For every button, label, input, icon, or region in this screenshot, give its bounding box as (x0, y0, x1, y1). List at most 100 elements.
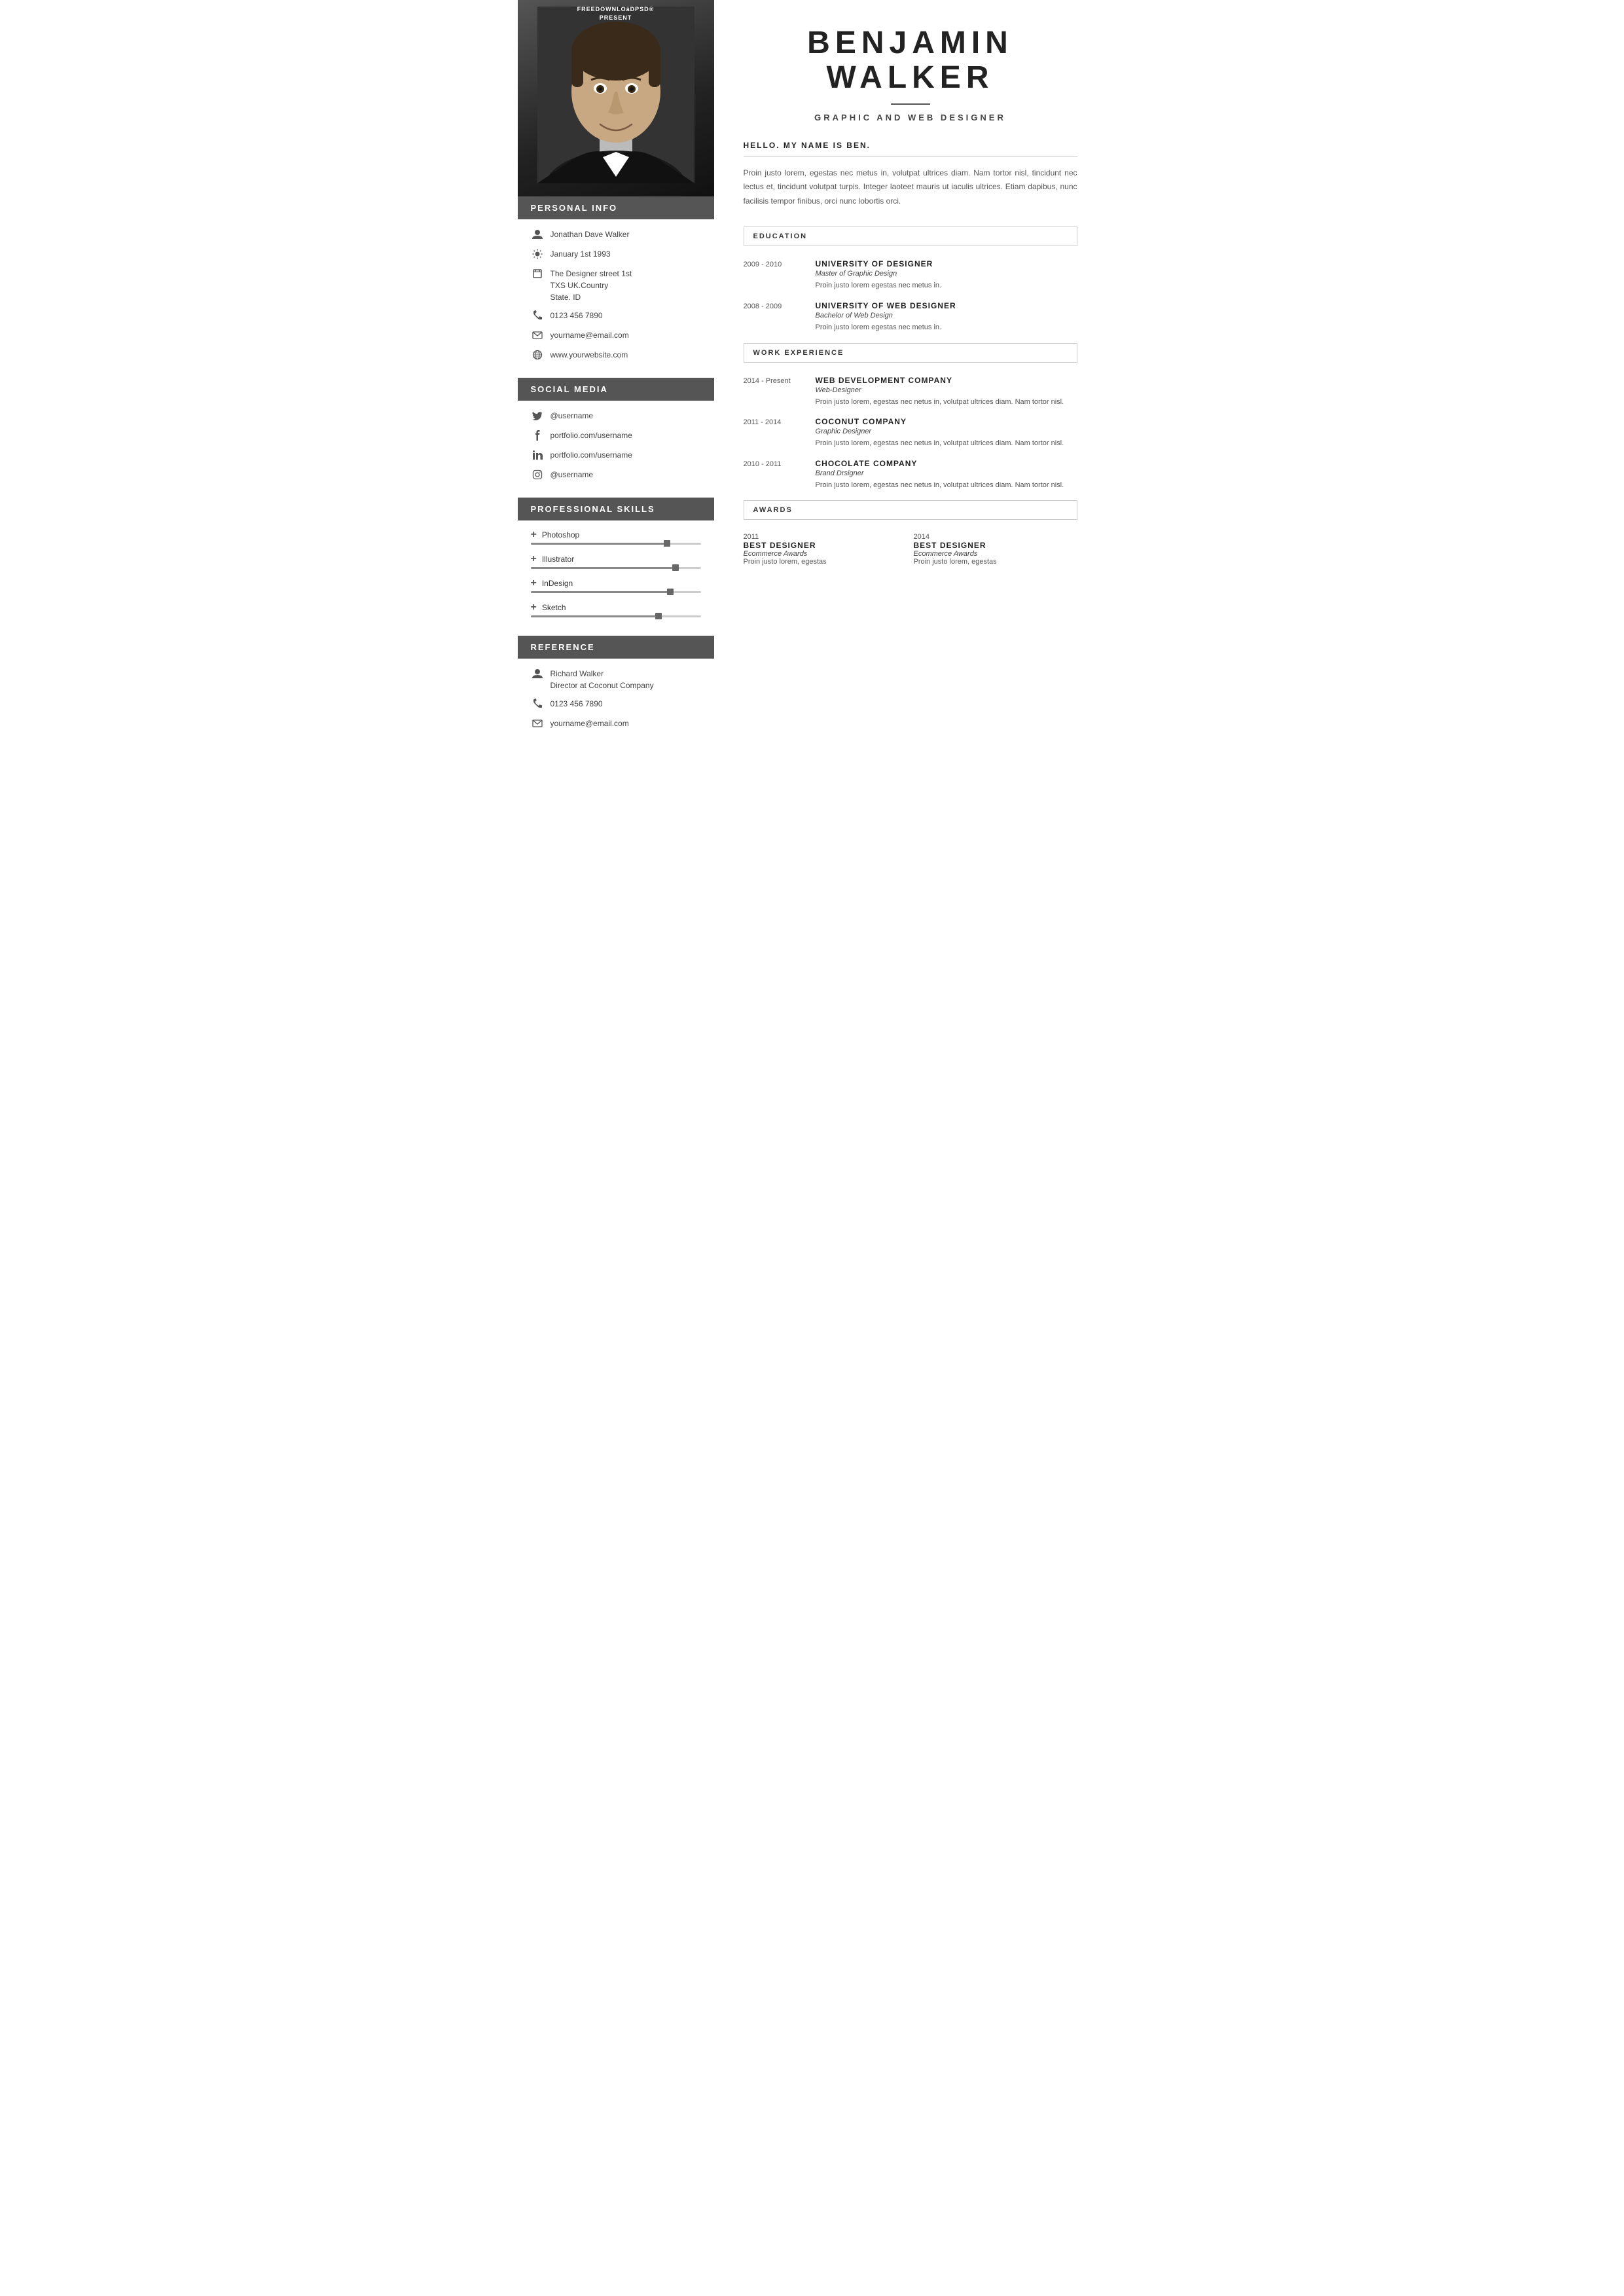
personal-info-website: www.yourwebsite.com (531, 349, 701, 362)
work-section-box: WORK EXPERIENCE (744, 343, 1077, 363)
work-company-0: WEB DEVELOPMENT COMPANY (816, 376, 1077, 385)
education-section-box: EDUCATION (744, 227, 1077, 246)
social-facebook: portfolio.com/username (531, 429, 701, 443)
work-content-1: COCONUT COMPANY Graphic Designer Proin j… (816, 417, 1077, 450)
skill-plus-icon: + (531, 554, 537, 564)
work-content-2: CHOCOLATE COMPANY Brand Drsigner Proin j… (816, 459, 1077, 492)
social-media-section: @username portfolio.com/username portfol… (518, 401, 714, 498)
work-desc-0: Proin justo lorem, egestas nec netus in,… (816, 397, 1077, 409)
website-text: www.yourwebsite.com (550, 349, 628, 361)
education-entry-0: 2009 - 2010 UNIVERSITY OF DESIGNER Maste… (744, 259, 1077, 292)
dob-text: January 1st 1993 (550, 248, 611, 260)
reference-phone: 0123 456 7890 (531, 698, 701, 711)
personal-info-address: The Designer street 1stTXS UK.CountrySta… (531, 268, 701, 303)
personal-info-phone: 0123 456 7890 (531, 310, 701, 323)
edu-company-0: UNIVERSITY OF DESIGNER (816, 259, 1077, 268)
award-year-1: 2014 (914, 533, 1077, 541)
person-icon (531, 229, 544, 242)
work-year-1: 2011 - 2014 (744, 417, 803, 450)
edu-year-1: 2008 - 2009 (744, 301, 803, 334)
social-instagram: @username (531, 469, 701, 482)
skill-indesign: + InDesign (531, 578, 701, 593)
reference-header: REFERENCE (518, 636, 714, 659)
work-entry-2: 2010 - 2011 CHOCOLATE COMPANY Brand Drsi… (744, 459, 1077, 492)
skill-name: Photoshop (542, 530, 579, 539)
edu-content-0: UNIVERSITY OF DESIGNER Master of Graphic… (816, 259, 1077, 292)
greeting-divider (744, 156, 1077, 157)
social-twitter: @username (531, 410, 701, 423)
facebook-icon (531, 430, 544, 443)
skills-header: PROFESSIONAL SKILLS (518, 498, 714, 520)
ref-phone-icon (531, 699, 544, 711)
ref-email-icon (531, 718, 544, 731)
work-company-2: CHOCOLATE COMPANY (816, 459, 1077, 468)
social-linkedin: portfolio.com/username (531, 449, 701, 462)
work-content-0: WEB DEVELOPMENT COMPANY Web-Designer Pro… (816, 376, 1077, 409)
award-sub-0: Ecommerce Awards (744, 550, 907, 558)
skill-name: Illustrator (542, 555, 574, 564)
edu-year-0: 2009 - 2010 (744, 259, 803, 292)
instagram-text: @username (550, 469, 594, 481)
work-company-1: COCONUT COMPANY (816, 417, 1077, 426)
personal-info-header: PERSONAL INFO (518, 196, 714, 219)
skill-plus-icon: + (531, 602, 537, 613)
awards-entries: 2011 BEST DESIGNER Ecommerce Awards Proi… (744, 533, 1077, 566)
work-role-2: Brand Drsigner (816, 469, 1077, 477)
skill-plus-icon: + (531, 578, 537, 589)
address-icon (531, 268, 544, 281)
work-title: WORK EXPERIENCE (753, 349, 1068, 357)
address-text: The Designer street 1stTXS UK.CountrySta… (550, 268, 632, 303)
edu-desc-0: Proin justo lorem egestas nec metus in. (816, 280, 1077, 292)
work-entries: 2014 - Present WEB DEVELOPMENT COMPANY W… (744, 376, 1077, 492)
resume-name-line1: BENJAMIN (744, 26, 1077, 61)
edu-desc-1: Proin justo lorem egestas nec metus in. (816, 322, 1077, 334)
education-entry-1: 2008 - 2009 UNIVERSITY OF WEB DESIGNER B… (744, 301, 1077, 334)
twitter-icon (531, 410, 544, 423)
linkedin-icon (531, 450, 544, 462)
sun-icon (531, 249, 544, 261)
facebook-text: portfolio.com/username (550, 429, 632, 441)
reference-section: Richard WalkerDirector at Coconut Compan… (518, 659, 714, 746)
watermark: FREEDOWNLOäDPSD® PRESENT (518, 5, 714, 22)
award-0: 2011 BEST DESIGNER Ecommerce Awards Proi… (744, 533, 907, 566)
awards-title: AWARDS (753, 506, 1068, 514)
reference-phone-text: 0123 456 7890 (550, 698, 603, 710)
sidebar: FREEDOWNLOäDPSD® PRESENT PERSONAL INFO J… (518, 0, 714, 831)
award-1: 2014 BEST DESIGNER Ecommerce Awards Proi… (914, 533, 1077, 566)
award-sub-1: Ecommerce Awards (914, 550, 1077, 558)
personal-info-dob: January 1st 1993 (531, 248, 701, 261)
skill-illustrator: + Illustrator (531, 554, 701, 569)
greeting-text: HELLO. MY NAME IS BEN. (744, 141, 1077, 150)
email-text: yourname@email.com (550, 329, 629, 341)
social-media-header: SOCIAL MEDIA (518, 378, 714, 401)
education-entries: 2009 - 2010 UNIVERSITY OF DESIGNER Maste… (744, 259, 1077, 333)
profile-photo: FREEDOWNLOäDPSD® PRESENT (518, 0, 714, 196)
reference-name-text: Richard WalkerDirector at Coconut Compan… (550, 668, 654, 691)
awards-section-box: AWARDS (744, 500, 1077, 520)
reference-email-text: yourname@email.com (550, 718, 629, 729)
skill-plus-icon: + (531, 530, 537, 540)
edu-company-1: UNIVERSITY OF WEB DESIGNER (816, 301, 1077, 310)
linkedin-text: portfolio.com/username (550, 449, 632, 461)
resume-header: BENJAMIN WALKER GRAPHIC AND WEB DESIGNER (744, 26, 1077, 122)
phone-icon (531, 310, 544, 323)
main-content: BENJAMIN WALKER GRAPHIC AND WEB DESIGNER… (714, 0, 1107, 831)
edu-role-1: Bachelor of Web Design (816, 312, 1077, 319)
work-year-0: 2014 - Present (744, 376, 803, 409)
award-year-0: 2011 (744, 533, 907, 541)
award-title-1: BEST DESIGNER (914, 541, 1077, 550)
web-icon (531, 350, 544, 362)
edu-content-1: UNIVERSITY OF WEB DESIGNER Bachelor of W… (816, 301, 1077, 334)
personal-info-section: Jonathan Dave Walker January 1st 1993 (518, 219, 714, 378)
phone-text: 0123 456 7890 (550, 310, 603, 321)
work-desc-2: Proin justo lorem, egestas nec netus in,… (816, 480, 1077, 492)
twitter-text: @username (550, 410, 594, 422)
work-role-0: Web-Designer (816, 386, 1077, 394)
award-title-0: BEST DESIGNER (744, 541, 907, 550)
name-divider (891, 103, 930, 105)
award-desc-1: Proin justo lorem, egestas (914, 558, 1077, 566)
work-entry-0: 2014 - Present WEB DEVELOPMENT COMPANY W… (744, 376, 1077, 409)
edu-role-0: Master of Graphic Design (816, 270, 1077, 278)
work-year-2: 2010 - 2011 (744, 459, 803, 492)
award-desc-0: Proin justo lorem, egestas (744, 558, 907, 566)
